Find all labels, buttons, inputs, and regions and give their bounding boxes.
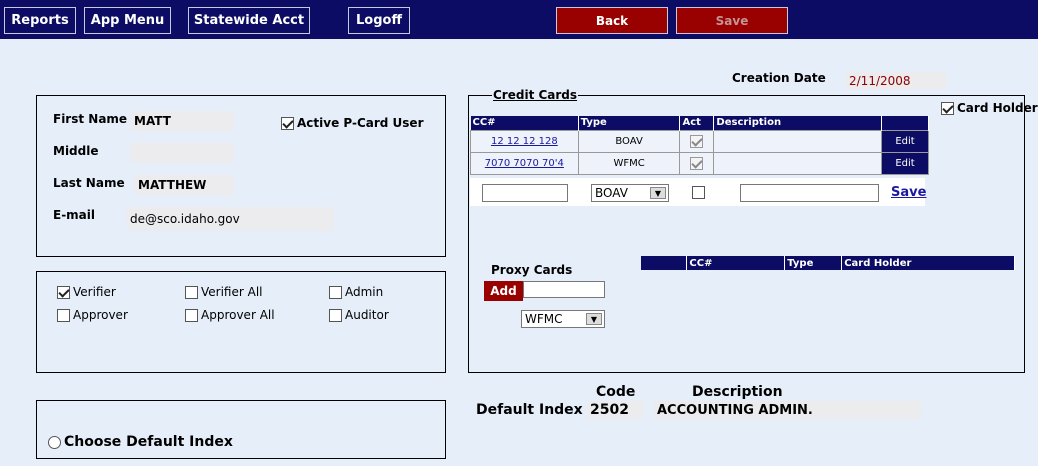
cc-description (713, 151, 883, 175)
approver-option[interactable]: Approver (57, 308, 128, 322)
creation-date-value: 2/11/2008 (846, 72, 946, 90)
chevron-down-icon: ▼ (586, 313, 602, 325)
act-checkbox (690, 134, 704, 148)
admin-label: Admin (345, 285, 384, 299)
col-type: Type (578, 116, 681, 130)
middle-label: Middle (53, 144, 99, 158)
act-checkbox (690, 156, 704, 170)
save-button-disabled: Save (676, 7, 788, 34)
default-index-description: ACCOUNTING ADMIN. (654, 401, 921, 419)
email-field[interactable]: de@sco.idaho.gov (127, 207, 334, 231)
new-type-value: BOAV (595, 186, 628, 200)
new-description-input[interactable] (740, 184, 879, 202)
default-index-code: 2502 (587, 401, 643, 419)
edit-button[interactable]: Edit (882, 130, 928, 152)
col-act: Act (679, 116, 715, 130)
table-header-row: CC# Type Act Description (470, 116, 929, 130)
proxy-type-select[interactable]: WFMC ▼ (521, 310, 605, 328)
card-holder-label: Card Holder (957, 101, 1038, 115)
card-holder-checkbox[interactable] (941, 101, 954, 115)
roles-panel: Verifier Verifier All Admin Approver App… (36, 271, 446, 373)
approver-label: Approver (73, 308, 128, 322)
col-edit (881, 116, 929, 130)
user-info-panel: First Name MATT Active P-Card User Middl… (36, 95, 446, 257)
approver-all-label: Approver All (201, 308, 275, 322)
last-name-label: Last Name (53, 176, 125, 190)
verifier-option[interactable]: Verifier (57, 285, 116, 299)
table-header-row: CC# Type Card Holder (641, 256, 1015, 270)
approver-all-option[interactable]: Approver All (185, 308, 275, 322)
app-menu-button[interactable]: App Menu (84, 7, 171, 34)
chevron-down-icon: ▼ (650, 187, 666, 199)
credit-cards-panel: Credit Cards Card Holder CC# Type Act De… (468, 88, 1038, 373)
email-label: E-mail (53, 208, 96, 222)
choose-default-index-label: Choose Default Index (64, 434, 233, 450)
table-row: 7070 7070 70'4 WFMC Edit (470, 151, 929, 175)
last-name-field[interactable]: MATTHEW (135, 175, 234, 195)
col-cc: CC# (470, 116, 579, 130)
logoff-button[interactable]: Logoff (348, 7, 410, 34)
cc-number-link[interactable]: 12 12 12 128 (491, 136, 558, 147)
verifier-all-checkbox[interactable] (185, 285, 198, 299)
choose-default-index-option[interactable]: Choose Default Index (48, 434, 233, 450)
credit-cards-title: Credit Cards (492, 88, 579, 102)
proxy-card-input[interactable] (523, 281, 605, 298)
top-nav-bar: Reports App Menu Statewide Acct Logoff B… (0, 0, 1038, 39)
first-name-field[interactable]: MATT (131, 111, 234, 131)
verifier-all-option[interactable]: Verifier All (185, 285, 263, 299)
choose-default-index-radio[interactable] (48, 435, 61, 449)
save-card-link[interactable]: Save (891, 185, 926, 200)
cc-description (713, 129, 883, 153)
col-card-holder: Card Holder (841, 256, 1015, 270)
admin-checkbox[interactable] (329, 285, 342, 299)
default-index-label: Default Index (476, 402, 583, 418)
auditor-option[interactable]: Auditor (329, 308, 389, 322)
description-header: Description (692, 384, 783, 400)
verifier-all-label: Verifier All (201, 285, 263, 299)
verifier-checkbox[interactable] (57, 285, 70, 299)
col-description: Description (713, 116, 883, 130)
approver-all-checkbox[interactable] (185, 308, 198, 322)
card-holder-option[interactable]: Card Holder (941, 101, 1038, 115)
active-pcard-checkbox[interactable] (281, 116, 294, 130)
new-type-select[interactable]: BOAV ▼ (591, 184, 669, 202)
edit-button[interactable]: Edit (882, 152, 928, 174)
cc-type: WFMC (577, 151, 681, 175)
middle-name-field[interactable] (131, 143, 234, 163)
default-index-panel: Choose Default Index (36, 400, 446, 459)
admin-option[interactable]: Admin (329, 285, 383, 299)
add-proxy-button[interactable]: Add (484, 281, 523, 301)
col-cc: CC# (686, 256, 786, 270)
verifier-label: Verifier (73, 285, 116, 299)
code-header: Code (596, 384, 636, 400)
auditor-checkbox[interactable] (329, 308, 342, 322)
active-pcard-label: Active P-Card User (297, 116, 424, 130)
statewide-acct-button[interactable]: Statewide Acct (188, 7, 310, 34)
active-pcard-user[interactable]: Active P-Card User (281, 116, 424, 130)
credit-cards-table: CC# Type Act Description 12 12 12 128 BO… (470, 116, 929, 175)
back-button[interactable]: Back (556, 7, 668, 34)
proxy-type-value: WFMC (525, 312, 563, 326)
proxy-cards-table: CC# Type Card Holder (641, 256, 1015, 270)
cc-type: BOAV (577, 129, 681, 153)
first-name-label: First Name (53, 112, 128, 126)
col-type: Type (784, 256, 843, 270)
col-blank (641, 256, 688, 270)
reports-button[interactable]: Reports (4, 7, 76, 34)
creation-date-label: Creation Date (732, 71, 826, 85)
auditor-label: Auditor (345, 308, 389, 322)
new-cc-input[interactable] (482, 184, 568, 202)
cc-number-link[interactable]: 7070 7070 70'4 (485, 158, 564, 169)
proxy-cards-title: Proxy Cards (491, 263, 573, 277)
table-row: 12 12 12 128 BOAV Edit (470, 129, 929, 153)
approver-checkbox[interactable] (57, 308, 70, 322)
new-act-checkbox[interactable] (692, 186, 705, 199)
